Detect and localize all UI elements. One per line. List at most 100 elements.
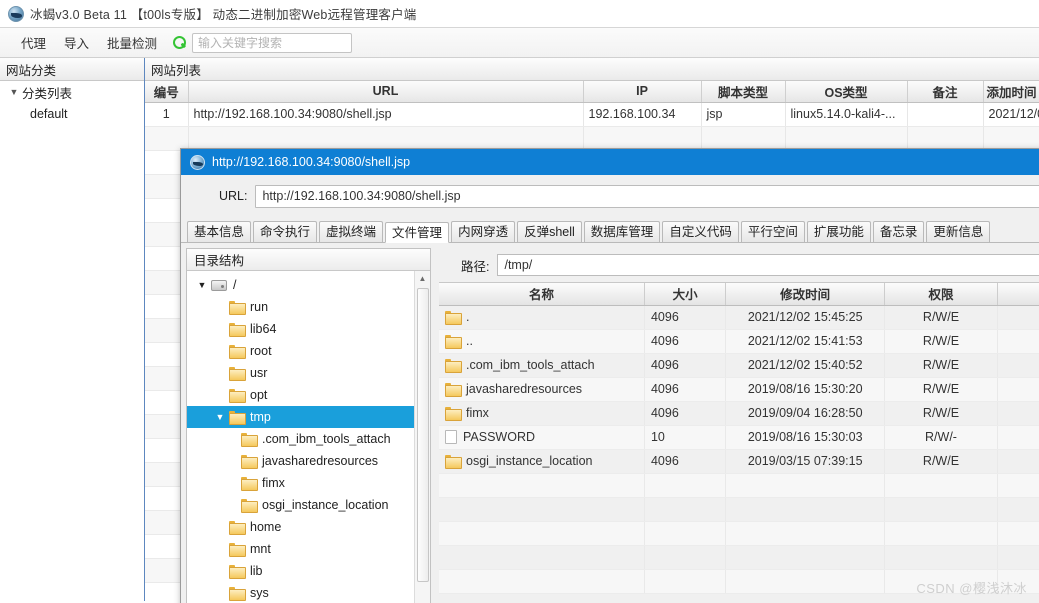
tree-node-sys[interactable]: sys xyxy=(187,582,414,603)
tab-virtual-terminal[interactable]: 虚拟终端 xyxy=(319,221,384,242)
tree-node-lib64[interactable]: lib64 xyxy=(187,318,414,340)
file-row[interactable]: .. 4096 2021/12/02 15:41:53 R/W/E xyxy=(439,329,1039,354)
col-os-type[interactable]: OS类型 xyxy=(785,81,908,103)
col-mtime[interactable]: 修改时间 xyxy=(725,283,886,306)
tab-file-management[interactable]: 文件管理 xyxy=(385,222,450,243)
category-tree-root[interactable]: ▼ 分类列表 xyxy=(0,81,144,103)
file-row[interactable] xyxy=(439,473,1039,498)
cell-size: 4096 xyxy=(644,305,727,330)
file-row[interactable]: .com_ibm_tools_attach 4096 2021/12/02 15… xyxy=(439,353,1039,378)
col-ip[interactable]: IP xyxy=(583,81,702,103)
category-item-default[interactable]: default xyxy=(0,103,144,125)
col-added-time[interactable]: 添加时间 xyxy=(983,81,1039,103)
tree-node-label: home xyxy=(250,520,282,534)
col-extra[interactable] xyxy=(997,283,1039,306)
col-note[interactable]: 备注 xyxy=(907,81,984,103)
col-size[interactable]: 大小 xyxy=(644,283,727,306)
category-root-label: 分类列表 xyxy=(22,86,73,101)
cell-permission: R/W/E xyxy=(884,305,998,330)
tab-memo[interactable]: 备忘录 xyxy=(872,221,925,242)
table-row[interactable]: 1 http://192.168.100.34:9080/shell.jsp 1… xyxy=(145,102,1039,127)
file-row[interactable]: osgi_instance_location 4096 2019/03/15 0… xyxy=(439,449,1039,474)
cell-permission: R/W/- xyxy=(884,425,998,450)
tab-database-management[interactable]: 数据库管理 xyxy=(583,221,661,242)
path-input[interactable] xyxy=(497,254,1039,276)
table-row[interactable] xyxy=(145,126,1039,151)
tab-custom-code[interactable]: 自定义代码 xyxy=(662,221,739,242)
col-name[interactable]: 名称 xyxy=(439,283,645,306)
col-url[interactable]: URL xyxy=(188,81,584,103)
col-permission[interactable]: 权限 xyxy=(884,283,998,306)
tab-parallel-space[interactable]: 平行空间 xyxy=(740,221,805,242)
search-icon[interactable] xyxy=(172,35,187,50)
file-management-panel: 目录结构 ▼ / run lib64 root usr opt ▼ tmp .c… xyxy=(181,243,1039,603)
cell-mtime: 2021/12/02 15:40:52 xyxy=(725,353,886,378)
tree-node-label: usr xyxy=(250,366,268,380)
cell-name: .. xyxy=(439,329,645,354)
cell-name: PASSWORD xyxy=(439,425,645,450)
cell-name: . xyxy=(439,305,645,330)
tree-node-root[interactable]: ▼ / xyxy=(187,274,414,296)
scrollbar-thumb[interactable] xyxy=(417,288,429,582)
tree-node-mnt[interactable]: mnt xyxy=(187,538,414,560)
folder-icon xyxy=(229,587,246,601)
tab-update-info[interactable]: 更新信息 xyxy=(926,221,991,242)
toolbar-item-import[interactable]: 导入 xyxy=(55,30,98,55)
tree-node-label: .com_ibm_tools_attach xyxy=(262,432,391,446)
cell-mtime: 2019/03/15 07:39:15 xyxy=(725,449,886,474)
tab-reverse-shell[interactable]: 反弹shell xyxy=(517,221,582,242)
col-id[interactable]: 编号 xyxy=(145,81,189,103)
tree-node-fimx[interactable]: fimx xyxy=(187,472,414,494)
file-row[interactable]: fimx 4096 2019/09/04 16:28:50 R/W/E xyxy=(439,401,1039,426)
file-row[interactable] xyxy=(439,569,1039,594)
cell-size: 4096 xyxy=(644,329,727,354)
chevron-down-icon[interactable]: ▼ xyxy=(211,412,229,422)
directory-tree-panel: 目录结构 ▼ / run lib64 root usr opt ▼ tmp .c… xyxy=(186,248,431,603)
tab-basic-info[interactable]: 基本信息 xyxy=(187,221,252,242)
chevron-down-icon[interactable]: ▼ xyxy=(193,280,211,290)
tree-node-lib[interactable]: lib xyxy=(187,560,414,582)
directory-tree-scrollbar[interactable]: ▲ xyxy=(414,271,430,603)
file-icon xyxy=(445,430,457,444)
folder-icon xyxy=(241,455,258,469)
cell-permission: R/W/E xyxy=(884,449,998,474)
folder-icon xyxy=(229,389,246,403)
tree-node-tmp[interactable]: ▼ tmp xyxy=(187,406,414,428)
tree-node-opt[interactable]: opt xyxy=(187,384,414,406)
cell-url: http://192.168.100.34:9080/shell.jsp xyxy=(188,102,584,127)
cell-permission: R/W/E xyxy=(884,401,998,426)
col-script-type[interactable]: 脚本类型 xyxy=(701,81,786,103)
path-label: 路径: xyxy=(461,259,490,274)
file-row[interactable]: . 4096 2021/12/02 15:45:25 R/W/E xyxy=(439,305,1039,330)
scroll-up-arrow-icon[interactable]: ▲ xyxy=(415,271,430,285)
tab-command-exec[interactable]: 命令执行 xyxy=(253,221,318,242)
url-input[interactable] xyxy=(255,184,1039,208)
tab-intranet-tunnel[interactable]: 内网穿透 xyxy=(451,221,516,242)
search-input[interactable] xyxy=(192,32,353,53)
category-item-label: default xyxy=(30,107,68,121)
tree-node-com-ibm-tools-attach[interactable]: .com_ibm_tools_attach xyxy=(187,428,414,450)
folder-icon xyxy=(445,359,462,373)
tree-node-javasharedresources[interactable]: javasharedresources xyxy=(187,450,414,472)
file-row[interactable] xyxy=(439,521,1039,546)
cell-name: .com_ibm_tools_attach xyxy=(439,353,645,378)
file-row[interactable]: javasharedresources 4096 2019/08/16 15:3… xyxy=(439,377,1039,402)
tree-node-label: lib xyxy=(250,564,263,578)
toolbar-item-batch-check[interactable]: 批量检测 xyxy=(98,30,166,55)
tree-node-usr[interactable]: usr xyxy=(187,362,414,384)
tree-node-root-dir[interactable]: root xyxy=(187,340,414,362)
cell-extra xyxy=(997,305,1039,330)
cell-name: osgi_instance_location xyxy=(439,449,645,474)
tree-node-osgi-instance-location[interactable]: osgi_instance_location xyxy=(187,494,414,516)
file-row[interactable] xyxy=(439,545,1039,570)
tree-node-run[interactable]: run xyxy=(187,296,414,318)
category-pane-header: 网站分类 xyxy=(0,58,144,81)
file-row[interactable] xyxy=(439,497,1039,522)
dialog-title-bar[interactable]: http://192.168.100.34:9080/shell.jsp xyxy=(181,149,1039,175)
path-bar: 路径: xyxy=(439,248,1039,282)
tab-extensions[interactable]: 扩展功能 xyxy=(806,221,871,242)
tree-node-home[interactable]: home xyxy=(187,516,414,538)
chevron-down-icon[interactable]: ▼ xyxy=(6,87,22,97)
file-row[interactable]: PASSWORD 10 2019/08/16 15:30:03 R/W/- xyxy=(439,425,1039,450)
toolbar-item-proxy[interactable]: 代理 xyxy=(12,30,55,55)
